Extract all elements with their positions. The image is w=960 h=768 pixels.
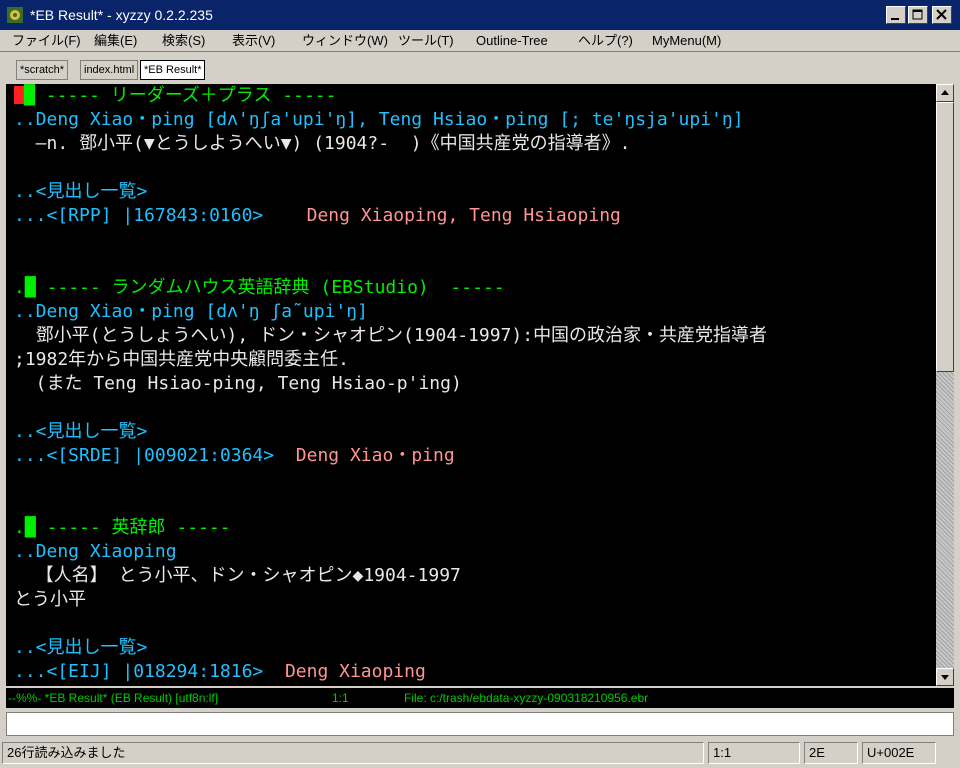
- menu-bar: ファイル(F) 編集(E) 検索(S) 表示(V) ウィンドウ(W) ツール(T…: [0, 30, 960, 52]
- minibuffer[interactable]: [6, 712, 954, 736]
- minimize-button[interactable]: [886, 6, 906, 24]
- menu-view[interactable]: 表示(V): [232, 32, 275, 50]
- entry-headword[interactable]: ..Deng Xiao・ping [dʌ'ŋ ʃa˜upi'ŋ]: [14, 300, 368, 324]
- entry-header: █ ----- リーダーズ＋プラス -----: [14, 84, 336, 108]
- buffer-tab-bar: *scratch* index.html *EB Result*: [0, 52, 960, 82]
- minimize-icon: [891, 18, 899, 20]
- index-link[interactable]: ..<見出し一覧>: [14, 420, 147, 444]
- entry-body-line: 【人名】 とう小平、ドン・シャオピン◆1904-1997: [14, 565, 461, 586]
- arrow-down-icon: [941, 675, 949, 680]
- entry-header: .█ ----- 英辞郎 -----: [14, 517, 231, 538]
- maximize-icon: [912, 9, 923, 20]
- section-marker-icon: █: [24, 517, 36, 538]
- title-bar: *EB Result* - xyzzy 0.2.2.235: [0, 0, 960, 30]
- menu-tools[interactable]: ツール(T): [398, 32, 454, 50]
- xyzzy-app-icon: [7, 7, 23, 23]
- scroll-down-button[interactable]: [936, 668, 954, 686]
- tab-index-html[interactable]: index.html: [80, 60, 139, 80]
- entry-body-line: ;1982年から中国共産党中央顧問委主任.: [14, 349, 350, 370]
- entry-header: .█ ----- ランダムハウス英語辞典 (EBStudio) -----: [14, 277, 505, 298]
- reference-line[interactable]: ...<[RPP] |167843:0160> Deng Xiaoping, T…: [14, 204, 621, 228]
- reference-code: ...<[EIJ] |018294:1816>: [14, 661, 264, 682]
- section-marker-icon: █: [24, 85, 35, 106]
- menu-outline-tree[interactable]: Outline-Tree: [476, 32, 548, 50]
- mode-line-file: File: c:/trash/ebdata-xyzzy-090318210956…: [404, 691, 649, 705]
- entry-body-line: 鄧小平(とうしょうへい), ドン・シャオピン(1904-1997):中国の政治家…: [14, 325, 768, 346]
- tab-scratch[interactable]: *scratch*: [16, 60, 69, 80]
- reference-line[interactable]: ...<[SRDE] |009021:0364> Deng Xiao・ping: [14, 444, 455, 468]
- entry-body-line: (また Teng Hsiao-ping, Teng Hsiao-p'ing): [14, 373, 462, 394]
- editor-buffer[interactable]: █ ----- リーダーズ＋プラス ----- ..Deng Xiao・ping…: [6, 84, 936, 686]
- status-bar: 26行読み込みました 1:1 2E U+002E: [0, 740, 960, 768]
- close-icon: [936, 9, 947, 20]
- entry-headword[interactable]: ..Deng Xiao・ping [dʌ'ŋʃa'upi'ŋ], Teng Hs…: [14, 108, 744, 132]
- text-cursor: [14, 86, 24, 104]
- status-position: 1:1: [708, 742, 800, 764]
- mode-line-position: 1:1: [332, 691, 349, 705]
- menu-file[interactable]: ファイル(F): [12, 32, 81, 50]
- entry-headword[interactable]: ..Deng Xiaoping: [14, 540, 177, 564]
- entry-body-line: とう小平: [14, 589, 86, 610]
- section-marker-icon: █: [24, 277, 36, 298]
- reference-line[interactable]: ...<[EIJ] |018294:1816> Deng Xiaoping: [14, 660, 426, 684]
- index-link[interactable]: ..<見出し一覧>: [14, 636, 147, 660]
- scroll-up-button[interactable]: [936, 84, 954, 102]
- vertical-scrollbar[interactable]: [936, 84, 954, 686]
- reference-title: Deng Xiaoping, Teng Hsiaoping: [306, 205, 621, 226]
- mode-line-status: --%%- *EB Result* (EB Result) [utf8n:lf]: [8, 691, 219, 705]
- index-link[interactable]: ..<見出し一覧>: [14, 180, 147, 204]
- menu-window[interactable]: ウィンドウ(W): [302, 32, 388, 50]
- menu-mymenu[interactable]: MyMenu(M): [652, 32, 721, 50]
- menu-edit[interactable]: 編集(E): [94, 32, 137, 50]
- mode-line: --%%- *EB Result* (EB Result) [utf8n:lf]…: [6, 688, 954, 708]
- reference-code: ...<[RPP] |167843:0160>: [14, 205, 264, 226]
- scroll-thumb[interactable]: [936, 102, 954, 372]
- close-button[interactable]: [932, 6, 952, 24]
- arrow-up-icon: [941, 90, 949, 95]
- reference-code: ...<[SRDE] |009021:0364>: [14, 445, 275, 466]
- reference-title: Deng Xiao・ping: [295, 445, 455, 466]
- maximize-button[interactable]: [908, 6, 928, 24]
- status-codepoint: U+002E: [862, 742, 936, 764]
- status-message: 26行読み込みました: [2, 742, 704, 764]
- status-char-hex: 2E: [804, 742, 858, 764]
- menu-help[interactable]: ヘルプ(?): [578, 32, 633, 50]
- entry-body-line: ―n. 鄧小平(▼とうしようへい▼) (1904?- )《中国共産党の指導者》.: [14, 133, 631, 154]
- tab-eb-result[interactable]: *EB Result*: [140, 60, 206, 80]
- reference-title: Deng Xiaoping: [284, 661, 426, 682]
- scroll-track[interactable]: [936, 372, 954, 668]
- window-title: *EB Result* - xyzzy 0.2.2.235: [30, 7, 213, 23]
- menu-search[interactable]: 検索(S): [162, 32, 205, 50]
